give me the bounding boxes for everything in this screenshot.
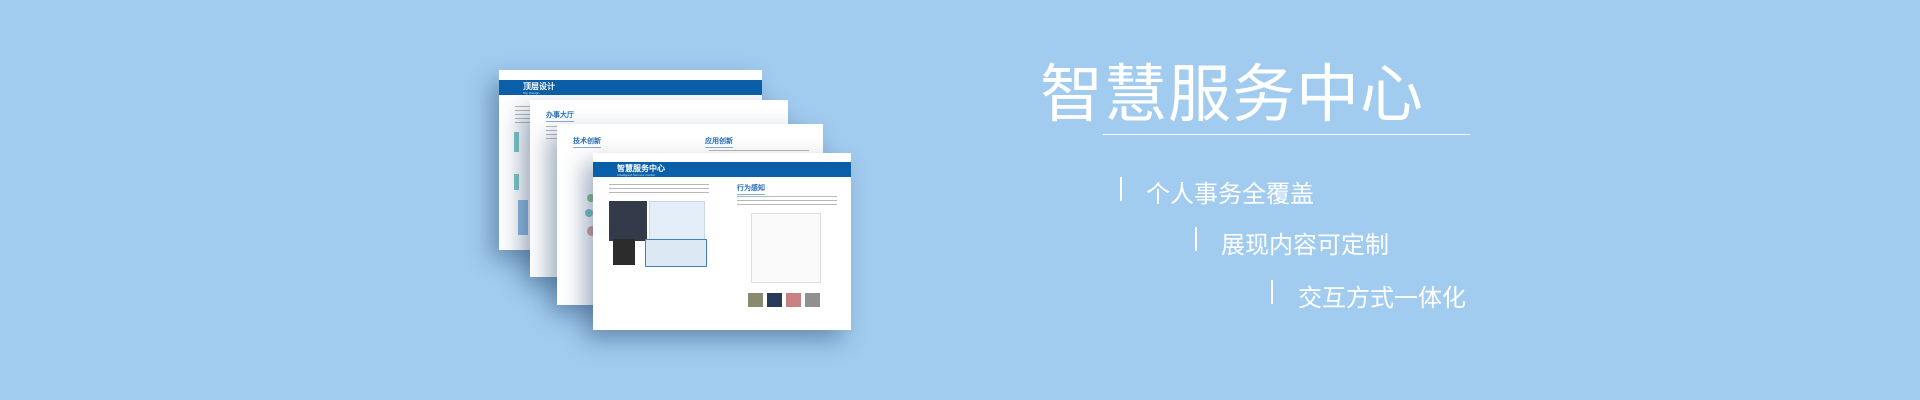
page-header-band: 顶层设计 Top Design xyxy=(499,80,762,95)
section-title: 行为感知 xyxy=(737,183,765,195)
feature-bar xyxy=(1120,177,1122,201)
feature-bar xyxy=(1271,280,1273,304)
page-subtitle: Intelligent Service Center xyxy=(617,173,656,177)
photo-thumb xyxy=(767,293,782,307)
feature-bar xyxy=(1195,227,1197,251)
screenshot-thumb xyxy=(613,239,635,265)
section-title: 办事大厅 xyxy=(546,110,574,122)
text-block xyxy=(609,184,709,196)
feature-item: 交互方式一体化 xyxy=(1298,284,1466,312)
diagram-block xyxy=(514,132,519,152)
chart-thumb xyxy=(751,213,821,283)
section-title-left: 技术创新 xyxy=(573,136,601,148)
screenshot-thumb xyxy=(645,239,707,267)
screenshot-thumb xyxy=(609,201,647,241)
screenshot-thumb xyxy=(649,201,705,243)
diagram-block xyxy=(518,200,528,235)
hero-title: 智慧服务中心 xyxy=(1040,58,1424,131)
page-header-band: 智慧服务中心 Intelligent Service Center xyxy=(593,162,851,177)
title-divider xyxy=(1103,134,1470,135)
text-block xyxy=(737,196,837,208)
feature-item: 展现内容可定制 xyxy=(1221,231,1389,259)
diagram-block xyxy=(514,174,519,190)
icon-circle xyxy=(585,209,593,217)
photo-thumb xyxy=(786,293,801,307)
photo-thumb xyxy=(805,293,820,307)
photo-thumb xyxy=(748,293,763,307)
brochure-page-smart-service-center: 智慧服务中心 Intelligent Service Center 行为感知 xyxy=(593,153,851,330)
feature-item: 个人事务全覆盖 xyxy=(1146,180,1314,208)
section-title-right: 应用创新 xyxy=(705,136,733,148)
page-subtitle: Top Design xyxy=(523,91,540,95)
